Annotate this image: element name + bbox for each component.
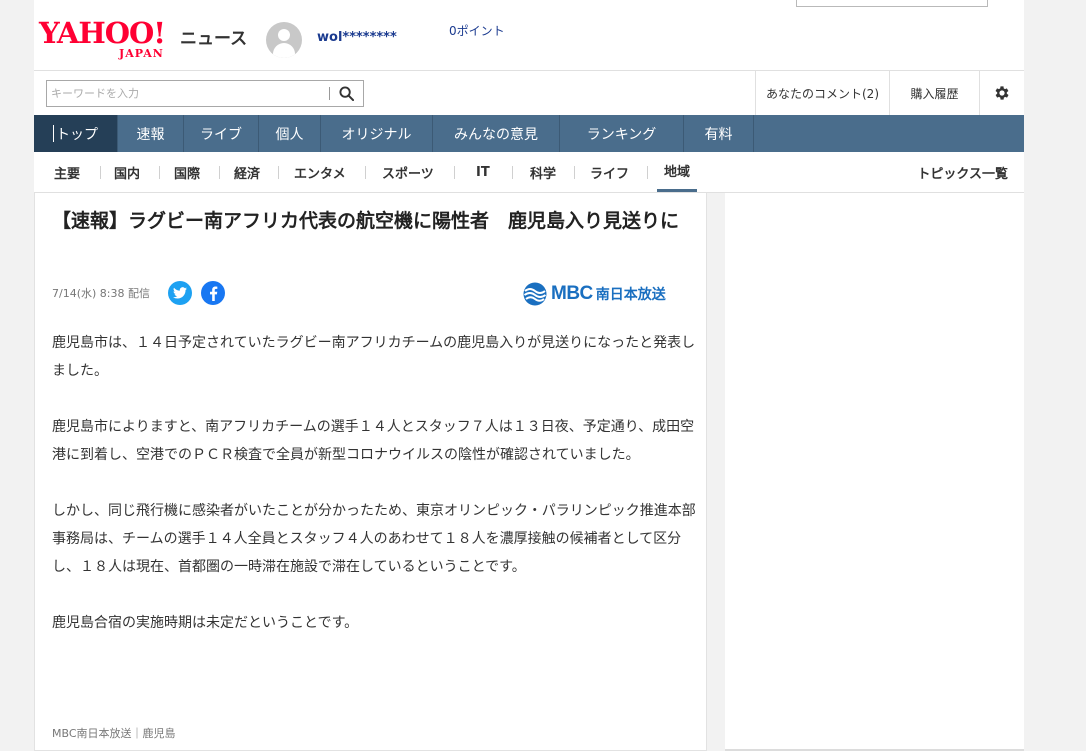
provider-mbc-text: MBC <box>551 283 593 304</box>
category-separator <box>219 166 220 179</box>
logo-text: YAHOO! <box>39 16 166 50</box>
category-life[interactable]: ライフ <box>590 152 629 192</box>
search-icon <box>338 86 354 101</box>
nav-tab-individual[interactable]: 個人 <box>259 115 321 152</box>
search-button[interactable] <box>329 81 363 106</box>
twitter-bird-icon <box>173 287 187 299</box>
article-title: 【速報】ラグビー南アフリカ代表の航空機に陽性者 鹿児島入り見送りに <box>52 210 680 232</box>
category-separator <box>159 166 160 179</box>
username[interactable]: wol******** <box>317 30 397 45</box>
facebook-share-button[interactable] <box>201 281 225 305</box>
article-meta: 7/14(水) 8:38 配信 <box>52 285 150 301</box>
category-economy[interactable]: 経済 <box>234 152 260 192</box>
article: 【速報】ラグビー南アフリカ代表の航空機に陽性者 鹿児島入り見送りに 7/14(水… <box>34 193 707 751</box>
sidebar <box>725 193 1024 749</box>
avatar[interactable] <box>266 22 302 58</box>
topics-list-link[interactable]: トピックス一覧 <box>917 152 1008 192</box>
category-separator <box>574 166 575 179</box>
facebook-f-icon <box>209 285 217 301</box>
article-paragraph: しかし、同じ飛行機に感染者がいたことが分かったため、東京オリンピック・パラリンピ… <box>52 503 696 575</box>
top-strip-box <box>796 0 988 7</box>
avatar-head <box>278 29 290 41</box>
category-separator <box>365 166 366 179</box>
nav-tab-top[interactable]: トップ <box>34 115 118 152</box>
nav-tab-breaking[interactable]: 速報 <box>118 115 184 152</box>
top-strip <box>34 0 1024 10</box>
text-caret <box>53 125 54 142</box>
purchase-history-link[interactable]: 購入履歴 <box>889 71 979 115</box>
publish-suffix: 配信 <box>127 287 150 300</box>
service-name[interactable]: ニュース <box>180 24 247 49</box>
category-main[interactable]: 主要 <box>54 152 80 192</box>
nav-tab-original[interactable]: オリジナル <box>321 115 433 152</box>
category-entertainment[interactable]: エンタメ <box>294 152 346 192</box>
provider-name: 南日本放送 <box>595 287 666 303</box>
article-source[interactable]: MBC南日本放送｜鹿児島 <box>52 725 176 741</box>
category-nav: 主要 国内 国際 経済 エンタメ スポーツ IT 科学 ライフ 地域 トピックス… <box>34 152 1024 193</box>
provider-logo[interactable]: MBC 南日本放送 <box>522 280 666 308</box>
nav-tab-label: トップ <box>56 126 98 143</box>
my-comments-link[interactable]: あなたのコメント(2) <box>755 71 889 115</box>
category-separator <box>647 166 648 179</box>
category-domestic[interactable]: 国内 <box>114 152 140 192</box>
gear-icon <box>995 86 1009 100</box>
search-box <box>46 80 364 107</box>
category-it[interactable]: IT <box>476 152 490 192</box>
article-paragraph: 鹿児島市は、１４日予定されていたラグビー南アフリカチームの鹿児島入りが見送りにな… <box>52 335 696 379</box>
category-region[interactable]: 地域 <box>657 152 698 192</box>
search-bar: あなたのコメント(2) 購入履歴 <box>34 70 1024 115</box>
category-separator <box>100 166 101 179</box>
search-input[interactable] <box>47 81 327 106</box>
article-paragraph: 鹿児島市によりますと、南アフリカチームの選手１４人とスタッフ７人は１３日夜、予定… <box>52 419 695 463</box>
avatar-body <box>273 43 295 58</box>
settings-button[interactable] <box>979 71 1024 115</box>
category-international[interactable]: 国際 <box>174 152 200 192</box>
article-body: 鹿児島市は、１４日予定されていたラグビー南アフリカチームの鹿児島入りが見送りにな… <box>52 329 697 665</box>
nav-tab-live[interactable]: ライブ <box>184 115 259 152</box>
nav-tab-opinions[interactable]: みんなの意見 <box>433 115 560 152</box>
mbc-wave-logo-icon <box>523 282 547 306</box>
twitter-share-button[interactable] <box>168 281 192 305</box>
publish-date: 7/14(水) 8:38 <box>52 287 125 300</box>
points-link[interactable]: 0ポイント <box>449 22 505 39</box>
article-paragraph: 鹿児島合宿の実施時期は未定だということです。 <box>52 615 359 631</box>
category-separator <box>278 166 279 179</box>
category-separator <box>512 166 513 179</box>
category-separator <box>454 166 455 179</box>
nav-tab-paid[interactable]: 有料 <box>684 115 754 152</box>
nav-tab-ranking[interactable]: ランキング <box>560 115 684 152</box>
main-nav: トップ 速報 ライブ 個人 オリジナル みんなの意見 ランキング 有料 <box>34 115 1024 152</box>
category-science[interactable]: 科学 <box>530 152 556 192</box>
masthead: YAHOO! JAPAN ニュース wol******** 0ポイント <box>34 10 1024 70</box>
toolbar-right: あなたのコメント(2) 購入履歴 <box>755 71 1024 115</box>
yahoo-japan-logo[interactable]: YAHOO! JAPAN <box>39 18 179 60</box>
logo-sub: JAPAN <box>119 47 164 60</box>
category-sports[interactable]: スポーツ <box>382 152 434 192</box>
